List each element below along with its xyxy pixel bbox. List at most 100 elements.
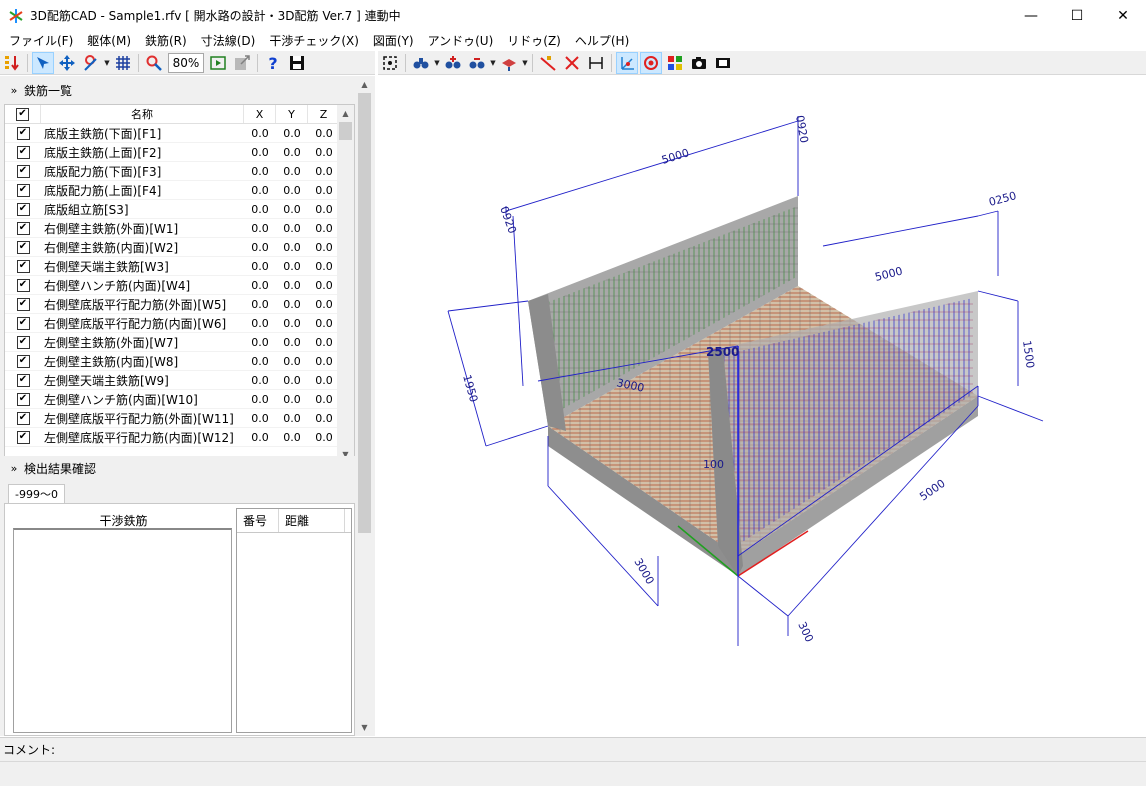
rebar-row-checkbox[interactable]: ✔	[5, 164, 41, 178]
save-icon[interactable]	[286, 52, 308, 74]
minimize-button[interactable]: —	[1008, 0, 1054, 31]
menu-drawing[interactable]: 図面(Y)	[366, 31, 421, 51]
select-all-checkbox[interactable]: ✔	[5, 105, 41, 123]
scroll-up-arrow-icon[interactable]: ▲	[356, 76, 373, 93]
menu-file[interactable]: ファイル(F)	[2, 31, 80, 51]
rebar-row[interactable]: ✔ 左側壁底版平行配力筋(外面)[W11] 0.0 0.0 0.0	[5, 409, 354, 428]
rebar-row[interactable]: ✔ 右側壁ハンチ筋(内面)[W4] 0.0 0.0 0.0	[5, 276, 354, 295]
zoom-tool-icon[interactable]	[143, 52, 165, 74]
rebar-row[interactable]: ✔ 右側壁主鉄筋(内面)[W2] 0.0 0.0 0.0	[5, 238, 354, 257]
zoom-level-input[interactable]: 80%	[168, 52, 204, 73]
export-icon[interactable]	[231, 52, 253, 74]
rebar-row[interactable]: ✔ 左側壁天端主鉄筋[W9] 0.0 0.0 0.0	[5, 371, 354, 390]
scroll-thumb[interactable]	[358, 93, 371, 533]
dimension-edit-icon[interactable]	[561, 52, 583, 74]
align-icon[interactable]	[585, 52, 607, 74]
rebar-row-checkbox[interactable]: ✔	[5, 278, 41, 292]
rebar-row[interactable]: ✔ 右側壁底版平行配力筋(内面)[W6] 0.0 0.0 0.0	[5, 314, 354, 333]
rebar-row[interactable]: ✔ 底版主鉄筋(上面)[F2] 0.0 0.0 0.0	[5, 143, 354, 162]
binoculars-icon[interactable]	[410, 52, 432, 74]
dim-left-height: 1950	[460, 373, 480, 403]
rebar-row-checkbox[interactable]: ✔	[5, 430, 41, 444]
rebar-row-checkbox[interactable]: ✔	[5, 316, 41, 330]
fit-view-icon[interactable]	[379, 52, 401, 74]
column-y[interactable]: Y	[276, 105, 308, 123]
menu-redo[interactable]: リドゥ(Z)	[500, 31, 568, 51]
help-icon[interactable]: ?	[262, 52, 284, 74]
rebar-list-scrollbar[interactable]: ▲ ▼	[337, 105, 354, 463]
rebar-row[interactable]: ✔ 底版主鉄筋(下面)[F1] 0.0 0.0 0.0	[5, 124, 354, 143]
movie-camera-icon[interactable]	[712, 52, 734, 74]
rebar-row[interactable]: ✔ 左側壁主鉄筋(内面)[W8] 0.0 0.0 0.0	[5, 352, 354, 371]
rebar-row-checkbox[interactable]: ✔	[5, 297, 41, 311]
select-pointer-icon[interactable]	[32, 51, 54, 74]
binoculars-plus-icon[interactable]	[442, 52, 464, 74]
left-pane-scrollbar[interactable]: ▲ ▼	[356, 76, 373, 736]
rebar-row-checkbox[interactable]: ✔	[5, 373, 41, 387]
menu-undo[interactable]: アンドゥ(U)	[421, 31, 501, 51]
rebar-list-header[interactable]: » 鉄筋一覧	[4, 78, 355, 102]
play-icon[interactable]	[207, 52, 229, 74]
rebar-3d-model[interactable]: 5000 0920 1950 0920 3000 5000 0250 1500 …	[378, 76, 1146, 736]
sort-icon[interactable]	[1, 52, 23, 74]
interference-detail-grid[interactable]: 番号 距離	[236, 508, 352, 733]
collapse-chevron-icon[interactable]: »	[4, 462, 24, 475]
rebar-row[interactable]: ✔ 左側壁ハンチ筋(内面)[W10] 0.0 0.0 0.0	[5, 390, 354, 409]
rebar-row[interactable]: ✔ 底版組立筋[S3] 0.0 0.0 0.0	[5, 200, 354, 219]
binoculars-minus-icon[interactable]	[466, 52, 488, 74]
interference-rebar-list[interactable]	[13, 528, 232, 733]
move-icon[interactable]	[56, 52, 78, 74]
rebar-row-checkbox[interactable]: ✔	[5, 126, 41, 140]
rebar-name: 底版配力筋(上面)[F4]	[44, 183, 162, 198]
rebar-row-checkbox[interactable]: ✔	[5, 202, 41, 216]
chevron-down-icon[interactable]: ▼	[433, 59, 441, 67]
scroll-down-arrow-icon[interactable]: ▼	[356, 719, 373, 736]
rebar-row-checkbox[interactable]: ✔	[5, 240, 41, 254]
rebar-row[interactable]: ✔ 右側壁底版平行配力筋(外面)[W5] 0.0 0.0 0.0	[5, 295, 354, 314]
column-number[interactable]: 番号	[237, 509, 279, 532]
menu-dimension[interactable]: 寸法線(D)	[194, 31, 263, 51]
3d-viewport[interactable]: 5000 0920 1950 0920 3000 5000 0250 1500 …	[378, 76, 1146, 736]
axis-toggle-icon[interactable]	[616, 51, 638, 74]
menu-interference[interactable]: 干渉チェック(X)	[262, 31, 366, 51]
rebar-row-checkbox[interactable]: ✔	[5, 145, 41, 159]
color-palette-icon[interactable]	[664, 52, 686, 74]
rebar-row-checkbox[interactable]: ✔	[5, 221, 41, 235]
grid-icon[interactable]	[112, 52, 134, 74]
target-icon[interactable]	[640, 51, 662, 74]
rebar-row[interactable]: ✔ 右側壁天端主鉄筋[W3] 0.0 0.0 0.0	[5, 257, 354, 276]
rebar-row-checkbox[interactable]: ✔	[5, 354, 41, 368]
rebar-edit-icon[interactable]	[80, 52, 102, 74]
tab-range[interactable]: -999〜0	[8, 484, 65, 504]
rebar-row-checkbox[interactable]: ✔	[5, 411, 41, 425]
close-button[interactable]: ✕	[1100, 0, 1146, 31]
rebar-row[interactable]: ✔ 左側壁主鉄筋(外面)[W7] 0.0 0.0 0.0	[5, 333, 354, 352]
rebar-row-checkbox[interactable]: ✔	[5, 392, 41, 406]
rebar-row[interactable]: ✔ 右側壁主鉄筋(外面)[W1] 0.0 0.0 0.0	[5, 219, 354, 238]
rebar-row-checkbox[interactable]: ✔	[5, 259, 41, 273]
chevron-down-icon[interactable]: ▼	[521, 59, 529, 67]
rebar-row[interactable]: ✔ 底版配力筋(上面)[F4] 0.0 0.0 0.0	[5, 181, 354, 200]
chevron-down-icon[interactable]: ▼	[489, 59, 497, 67]
chevron-down-icon[interactable]: ▼	[103, 59, 111, 67]
column-z[interactable]: Z	[308, 105, 340, 123]
camera-icon[interactable]	[688, 52, 710, 74]
column-distance[interactable]: 距離	[279, 509, 345, 532]
dimension-icon[interactable]	[537, 52, 559, 74]
scroll-thumb[interactable]	[339, 122, 352, 140]
rebar-row[interactable]: ✔ 底版配力筋(下面)[F3] 0.0 0.0 0.0	[5, 162, 354, 181]
rebar-row-checkbox[interactable]: ✔	[5, 335, 41, 349]
column-name[interactable]: 名称	[41, 105, 244, 123]
menu-help[interactable]: ヘルプ(H)	[568, 31, 636, 51]
rebar-row[interactable]: ✔ 左側壁底版平行配力筋(内面)[W12] 0.0 0.0 0.0	[5, 428, 354, 447]
scroll-up-arrow-icon[interactable]: ▲	[337, 105, 354, 122]
detection-header[interactable]: » 検出結果確認	[4, 456, 355, 480]
maximize-button[interactable]: ☐	[1054, 0, 1100, 31]
rebar-list-title: 鉄筋一覧	[24, 83, 73, 98]
collapse-chevron-icon[interactable]: »	[4, 84, 24, 97]
rebar-row-checkbox[interactable]: ✔	[5, 183, 41, 197]
view-direction-icon[interactable]	[498, 52, 520, 74]
column-x[interactable]: X	[244, 105, 276, 123]
menu-body[interactable]: 躯体(M)	[80, 31, 138, 51]
menu-rebar[interactable]: 鉄筋(R)	[138, 31, 194, 51]
